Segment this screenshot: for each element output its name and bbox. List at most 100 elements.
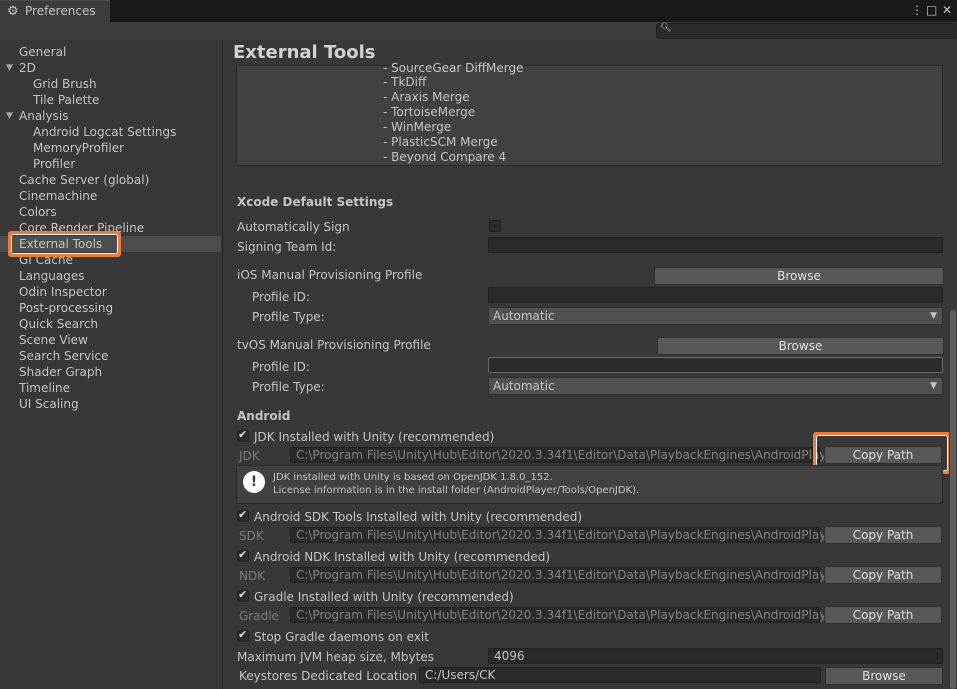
jdk-check-label: JDK Installed with Unity (recommended) [254, 430, 495, 444]
signing-team-field[interactable] [488, 237, 943, 253]
sdk-check-label: Android SDK Tools Installed with Unity (… [254, 510, 583, 524]
sdk-label: SDK [239, 529, 264, 543]
sdk-checkbox[interactable]: ✔ [237, 508, 249, 522]
ios-profile-type-dropdown[interactable]: Automatic ▼ [488, 307, 943, 325]
maximize-icon[interactable]: □ [926, 1, 937, 19]
preferences-sidebar: General ▼ 2D Grid Brush Tile Palette ▼ A… [0, 40, 223, 689]
jdk-path-value: C:\Program Files\Unity\Hub\Editor\2020.3… [296, 448, 843, 462]
ios-profile-label: iOS Manual Provisioning Profile [237, 268, 423, 282]
sidebar-item-memory-profiler[interactable]: MemoryProfiler [33, 140, 124, 156]
search-icon: 🔍︎ [660, 23, 672, 33]
jdk-path-field[interactable]: C:\Program Files\Unity\Hub\Editor\2020.3… [290, 447, 843, 463]
diff-tool-item: - PlasticSCM Merge [383, 135, 498, 149]
search-input[interactable]: 🔍︎ [656, 23, 957, 39]
sidebar-item-odin-inspector[interactable]: Odin Inspector [19, 284, 107, 300]
sidebar-item-2d[interactable]: 2D [19, 60, 36, 76]
tvos-profile-type-dropdown[interactable]: Automatic ▼ [488, 377, 943, 395]
sdk-path-value: C:\Program Files\Unity\Hub\Editor\2020.3… [296, 528, 851, 542]
sidebar-item-profiler[interactable]: Profiler [33, 156, 75, 172]
preferences-tab[interactable]: ⚙ Preferences [0, 0, 110, 22]
title-bar: ⚙ Preferences ⋮ □ ✕ [0, 0, 957, 22]
ios-profile-id-field[interactable] [488, 287, 943, 303]
tvos-profile-type-label: Profile Type: [252, 380, 325, 394]
jdk-label: JDK [239, 449, 260, 463]
sidebar-item-scene-view[interactable]: Scene View [19, 332, 88, 348]
diff-tool-item: - TortoiseMerge [383, 105, 476, 119]
tvos-profile-id-field[interactable] [488, 357, 943, 373]
window-title: Preferences [25, 4, 96, 18]
gradle-checkbox[interactable]: ✔ [237, 588, 249, 602]
help-text-line2: License information is in the install fo… [273, 485, 640, 496]
jvm-heap-label: Maximum JVM heap size, Mbytes [237, 650, 434, 664]
diff-tool-item: - TkDiff [383, 75, 427, 89]
chevron-down-icon: ▼ [930, 311, 937, 321]
signing-team-label: Signing Team Id: [237, 240, 337, 254]
help-text-line1: JDK installed with Unity is based on Ope… [273, 472, 553, 483]
ndk-path-value: C:\Program Files\Unity\Hub\Editor\2020.3… [296, 568, 852, 582]
sidebar-item-android-logcat[interactable]: Android Logcat Settings [33, 124, 176, 140]
gradle-path-value: C:\Program Files\Unity\Hub\Editor\2020.3… [296, 608, 851, 622]
info-icon: ! [243, 471, 265, 493]
settings-panel: External Tools - SourceGear DiffMerge - … [223, 40, 957, 689]
checkmark-icon: ✔ [238, 588, 248, 601]
gear-icon: ⚙ [7, 4, 19, 19]
jdk-checkbox[interactable]: ✔ [237, 428, 249, 442]
sdk-copy-path-button[interactable]: Copy Path [824, 526, 942, 544]
tvos-browse-button[interactable]: Browse [657, 337, 944, 355]
sidebar-item-ui-scaling[interactable]: UI Scaling [19, 396, 79, 412]
keystores-label: Keystores Dedicated Location [239, 669, 417, 683]
external-tools-highlight [8, 231, 121, 257]
sidebar-item-grid-brush[interactable]: Grid Brush [33, 76, 97, 92]
gradle-copy-path-button[interactable]: Copy Path [824, 606, 942, 624]
sidebar-item-colors[interactable]: Colors [19, 204, 57, 220]
sidebar-item-timeline[interactable]: Timeline [19, 380, 70, 396]
toolbar: 🔍︎ [0, 22, 957, 41]
keystores-value: C:/Users/CK [425, 668, 496, 682]
dropdown-value: Automatic [493, 379, 555, 393]
sidebar-item-post-processing[interactable]: Post-processing [19, 300, 113, 316]
sidebar-item-cache-server[interactable]: Cache Server (global) [19, 172, 149, 188]
sidebar-item-general[interactable]: General [19, 44, 66, 60]
sidebar-item-shader-graph[interactable]: Shader Graph [19, 364, 102, 380]
vertical-scrollbar[interactable] [949, 40, 957, 689]
dropdown-value: Automatic [493, 309, 555, 323]
diff-tools-list[interactable]: - SourceGear DiffMerge - TkDiff - Araxis… [236, 61, 943, 166]
auto-sign-label: Automatically Sign [237, 220, 350, 234]
ndk-copy-path-button[interactable]: Copy Path [824, 566, 942, 584]
tvos-profile-id-label: Profile ID: [252, 360, 310, 374]
sidebar-item-tile-palette[interactable]: Tile Palette [33, 92, 99, 108]
ios-browse-button[interactable]: Browse [654, 267, 944, 285]
gradle-path-field[interactable]: C:\Program Files\Unity\Hub\Editor\2020.3… [290, 607, 850, 623]
auto-sign-checkbox[interactable] [489, 220, 501, 232]
sidebar-item-languages[interactable]: Languages [19, 268, 84, 284]
expand-arrow-icon[interactable]: ▼ [6, 60, 13, 76]
stop-gradle-checkbox[interactable]: ✔ [237, 628, 249, 642]
chevron-down-icon: ▼ [930, 381, 937, 391]
jvm-heap-field[interactable]: 4096 [488, 648, 943, 664]
tvos-profile-label: tvOS Manual Provisioning Profile [237, 338, 431, 352]
close-icon[interactable]: ✕ [942, 1, 952, 19]
keystores-browse-button[interactable]: Browse [825, 667, 943, 685]
expand-arrow-icon[interactable]: ▼ [6, 108, 13, 124]
sidebar-item-quick-search[interactable]: Quick Search [19, 316, 98, 332]
sidebar-item-cinemachine[interactable]: Cinemachine [19, 188, 97, 204]
sidebar-item-analysis[interactable]: Analysis [19, 108, 68, 124]
page-title: External Tools [233, 42, 376, 63]
gradle-check-label: Gradle Installed with Unity (recommended… [254, 590, 514, 604]
more-options-icon[interactable]: ⋮ [911, 1, 923, 19]
ndk-path-field[interactable]: C:\Program Files\Unity\Hub\Editor\2020.3… [290, 567, 852, 583]
checkmark-icon: ✔ [238, 628, 248, 641]
scrollbar-thumb[interactable] [950, 310, 956, 689]
checkmark-icon: ✔ [238, 428, 248, 441]
ndk-label: NDK [239, 569, 266, 583]
sidebar-item-search-service[interactable]: Search Service [19, 348, 108, 364]
keystores-field[interactable]: C:/Users/CK [419, 667, 821, 683]
ndk-checkbox[interactable]: ✔ [237, 548, 249, 562]
diff-tool-item: - WinMerge [383, 120, 452, 134]
android-section-header: Android [237, 409, 291, 423]
ndk-check-label: Android NDK Installed with Unity (recomm… [254, 550, 551, 564]
ios-profile-type-label: Profile Type: [252, 310, 325, 324]
stop-gradle-label: Stop Gradle daemons on exit [254, 630, 429, 644]
sdk-path-field[interactable]: C:\Program Files\Unity\Hub\Editor\2020.3… [290, 527, 850, 543]
gradle-label: Gradle [239, 609, 279, 623]
